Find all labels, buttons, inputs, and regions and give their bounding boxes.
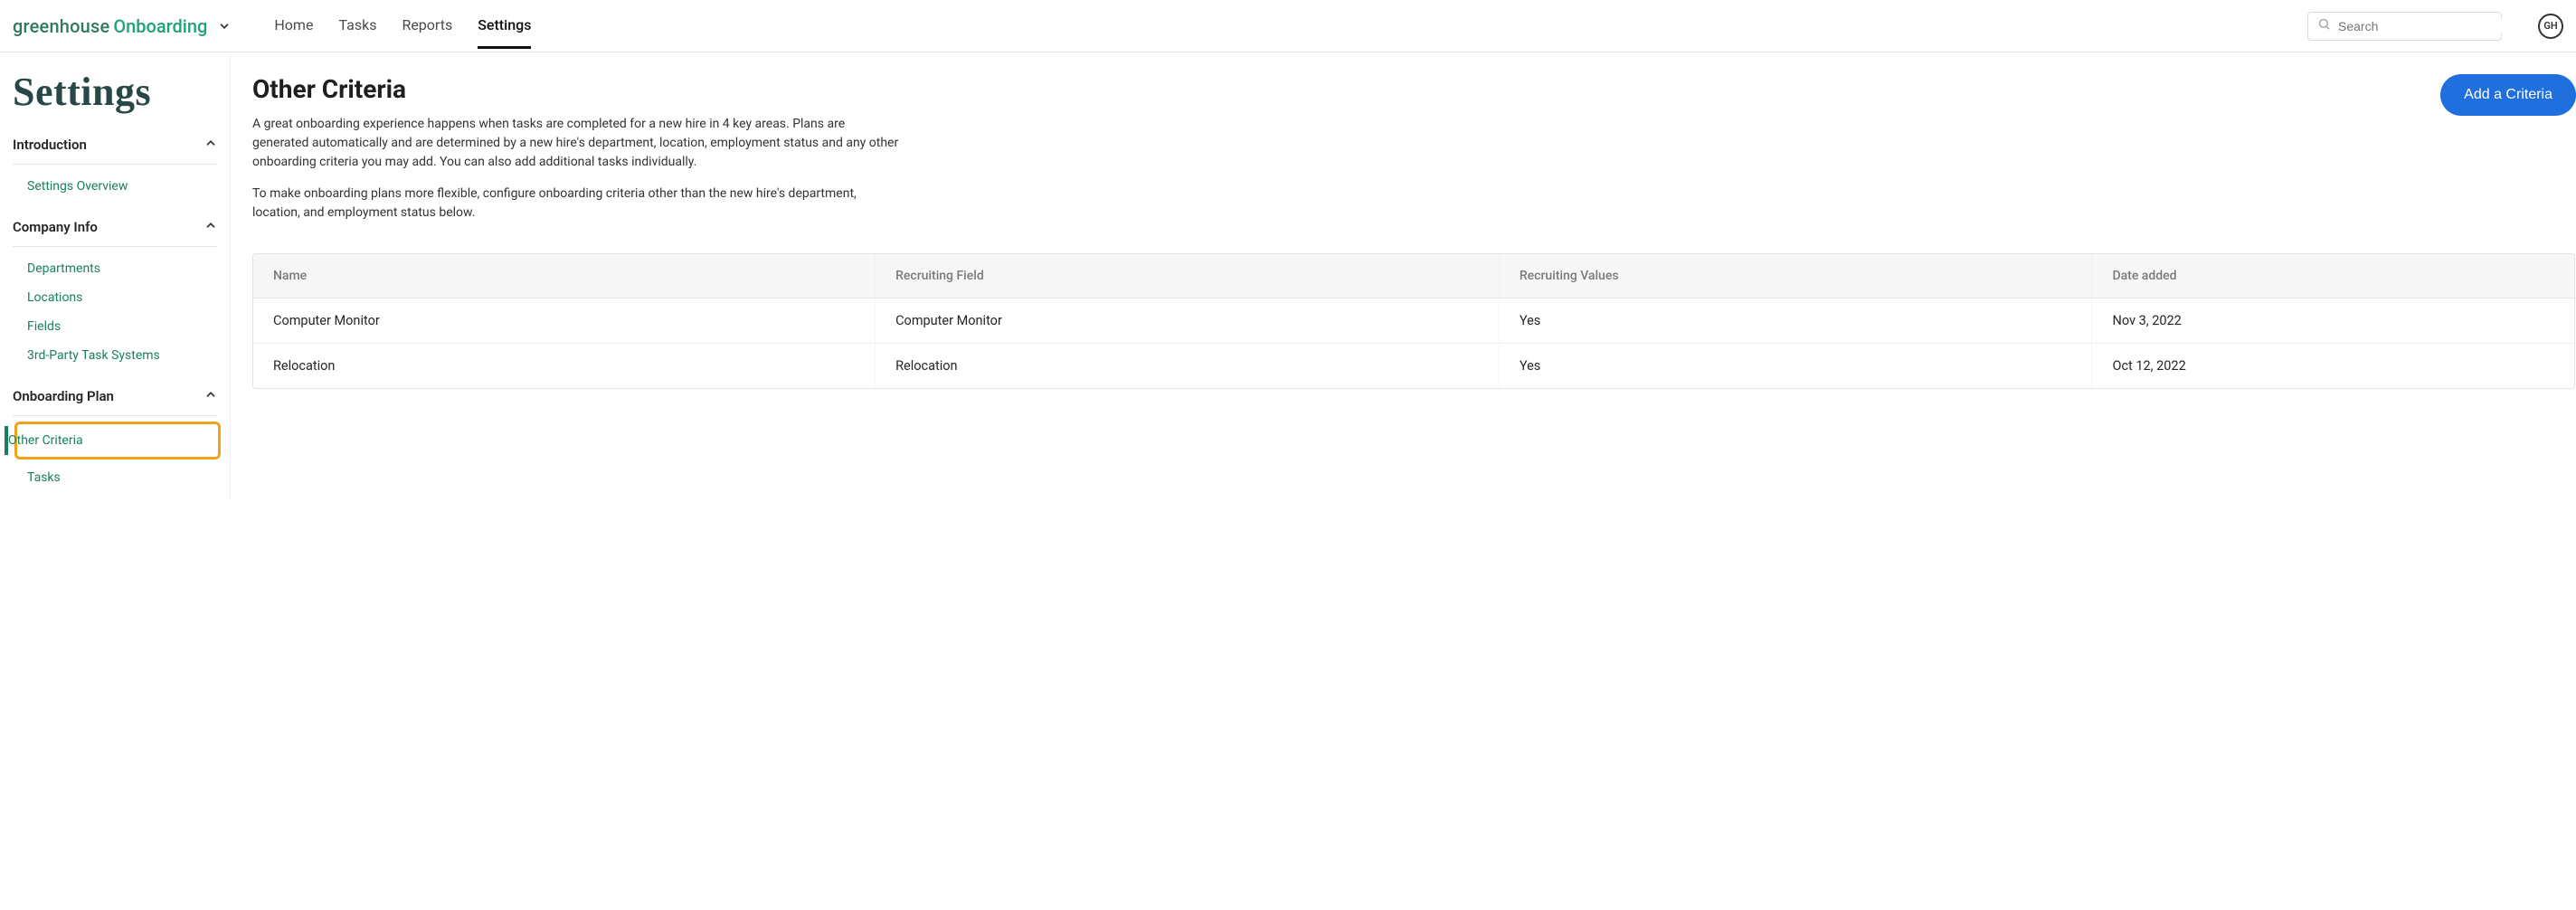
chevron-up-icon: [204, 137, 217, 153]
table-header-row: Name Recruiting Field Recruiting Values …: [253, 254, 2574, 299]
search-box[interactable]: [2307, 12, 2502, 41]
avatar[interactable]: GH: [2538, 14, 2563, 39]
search-icon: [2317, 17, 2331, 34]
highlight-box: Other Criteria: [14, 422, 221, 460]
col-date-added: Date added: [2092, 254, 2574, 299]
nav-tasks[interactable]: Tasks: [338, 4, 376, 49]
col-name: Name: [253, 254, 876, 299]
content-paragraph-2: To make onboarding plans more flexible, …: [252, 185, 904, 223]
cell-date: Oct 12, 2022: [2092, 344, 2574, 389]
cell-field: Relocation: [876, 344, 1500, 389]
sidebar-section-introduction[interactable]: Introduction: [13, 126, 217, 165]
main-content: Other Criteria A great onboarding experi…: [231, 52, 2576, 499]
criteria-table: Name Recruiting Field Recruiting Values …: [252, 253, 2575, 389]
chevron-up-icon: [204, 219, 217, 235]
add-criteria-button[interactable]: Add a Criteria: [2440, 74, 2576, 116]
nav-reports[interactable]: Reports: [402, 4, 452, 49]
cell-date: Nov 3, 2022: [2092, 299, 2574, 344]
sidebar-section-company[interactable]: Company Info: [13, 208, 217, 247]
cell-name: Relocation: [253, 344, 876, 389]
sidebar-item-fields[interactable]: Fields: [27, 312, 217, 341]
table-row[interactable]: Relocation Relocation Yes Oct 12, 2022: [253, 344, 2574, 389]
sidebar-item-settings-overview[interactable]: Settings Overview: [27, 172, 217, 201]
sidebar-section-label: Onboarding Plan: [13, 388, 114, 404]
cell-field: Computer Monitor: [876, 299, 1500, 344]
logo-sub: Onboarding: [113, 15, 207, 37]
sidebar-item-third-party[interactable]: 3rd-Party Task Systems: [27, 341, 217, 370]
col-recruiting-field: Recruiting Field: [876, 254, 1500, 299]
content-paragraph-1: A great onboarding experience happens wh…: [252, 115, 904, 172]
sidebar-item-departments[interactable]: Departments: [27, 254, 217, 283]
sidebar-item-tasks[interactable]: Tasks: [27, 463, 217, 492]
sidebar-item-locations[interactable]: Locations: [27, 283, 217, 312]
col-recruiting-values: Recruiting Values: [1499, 254, 2092, 299]
logo[interactable]: greenhouse Onboarding: [13, 15, 231, 37]
content-title: Other Criteria: [252, 74, 904, 104]
cell-values: Yes: [1499, 344, 2092, 389]
cell-name: Computer Monitor: [253, 299, 876, 344]
chevron-up-icon: [204, 388, 217, 404]
search-input[interactable]: [2338, 19, 2502, 33]
sidebar-item-other-criteria[interactable]: Other Criteria: [5, 426, 214, 455]
chevron-down-icon[interactable]: [218, 20, 231, 33]
sidebar-section-onboarding[interactable]: Onboarding Plan: [13, 377, 217, 416]
nav-home[interactable]: Home: [274, 4, 313, 49]
sidebar: Settings Introduction Settings Overview …: [0, 52, 231, 499]
table-row[interactable]: Computer Monitor Computer Monitor Yes No…: [253, 299, 2574, 344]
main-nav: Home Tasks Reports Settings: [274, 4, 531, 49]
nav-settings[interactable]: Settings: [478, 4, 531, 49]
page-title: Settings: [13, 69, 217, 115]
sidebar-section-label: Introduction: [13, 137, 87, 153]
cell-values: Yes: [1499, 299, 2092, 344]
logo-main: greenhouse: [13, 15, 109, 37]
topbar: greenhouse Onboarding Home Tasks Reports…: [0, 0, 2576, 52]
sidebar-section-label: Company Info: [13, 219, 98, 235]
